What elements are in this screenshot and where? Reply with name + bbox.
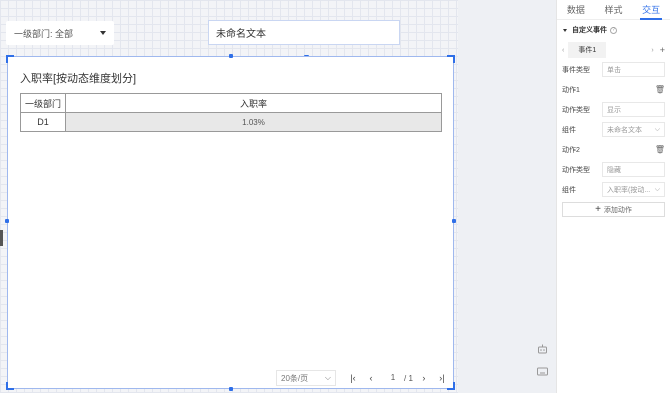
action-type-label: 动作类型 — [562, 166, 590, 174]
custom-event-section[interactable]: 自定义事件 ? — [557, 20, 670, 40]
data-table: 一级部门 入职率 D1 1.03% — [20, 93, 442, 132]
action-type-select[interactable]: 显示 — [602, 102, 665, 117]
next-page-icon[interactable]: › — [417, 371, 431, 385]
text-widget[interactable]: 未命名文本 — [208, 20, 400, 59]
component-select[interactable]: 入职率(按动... ⌵ — [602, 182, 665, 197]
table-widget[interactable]: 入职率[按动态维度划分] 一级部门 入职率 D1 1.03% 20条/页 ⌵ |… — [5, 54, 456, 391]
action-1-type-row: 动作类型 显示 — [557, 100, 670, 119]
action-type-select[interactable]: 隐藏 — [602, 162, 665, 177]
chevron-down-icon: ⌵ — [654, 125, 660, 133]
component-label: 组件 — [562, 186, 576, 194]
resize-corner-top-left[interactable] — [6, 55, 14, 63]
properties-panel: 数据 样式 交互 自定义事件 ? ‹ 事件1 › + 事件类型 单击 动作1 🗑 … — [556, 0, 670, 393]
resize-handle-bottom[interactable] — [229, 387, 233, 391]
action-type-value: 显示 — [607, 106, 621, 114]
action-type-label: 动作类型 — [562, 106, 590, 114]
total-pages: / 1 — [404, 373, 413, 383]
current-page[interactable]: 1 — [384, 371, 402, 385]
tab-data[interactable]: 数据 — [557, 0, 595, 19]
plus-icon: + — [595, 204, 601, 215]
robot-icon[interactable] — [533, 342, 551, 356]
resize-handle-right[interactable] — [452, 219, 456, 223]
event-tabs: ‹ 事件1 › + — [557, 40, 670, 60]
panel-tabs: 数据 样式 交互 — [557, 0, 670, 20]
prev-page-icon[interactable]: ‹ — [364, 371, 378, 385]
action-1-header: 动作1 🗑 — [557, 80, 670, 99]
add-action-button[interactable]: + 添加动作 — [562, 202, 665, 217]
action-title: 动作1 — [562, 86, 580, 94]
event-type-value: 单击 — [607, 66, 621, 74]
table-cell: 1.03% — [65, 112, 442, 132]
caret-down-icon — [100, 31, 106, 35]
action-type-value: 隐藏 — [607, 166, 621, 174]
next-event-icon[interactable]: › — [651, 47, 653, 54]
design-canvas[interactable]: 一级部门: 全部 未命名文本 入职率[按动态维度划分] 一级部门 入职率 D1 — [0, 0, 458, 393]
floating-toolbar — [533, 342, 551, 378]
component-value: 未命名文本 — [607, 126, 642, 134]
page-size-select[interactable]: 20条/页 ⌵ — [276, 370, 336, 386]
chevron-down-icon: ⌵ — [654, 185, 660, 193]
event-type-select[interactable]: 单击 — [602, 62, 665, 77]
event-tab-wrap: ‹ 事件1 — [562, 42, 651, 58]
table-header-row: 一级部门 入职率 — [20, 93, 442, 113]
help-icon[interactable]: ? — [610, 26, 617, 34]
tab-style[interactable]: 样式 — [595, 0, 633, 19]
action-2-component-row: 组件 入职率(按动... ⌵ — [557, 180, 670, 199]
dept-filter-select[interactable]: 一级部门: 全部 — [6, 21, 114, 45]
column-header[interactable]: 入职率 — [65, 93, 442, 113]
component-value: 入职率(按动... — [607, 186, 651, 194]
section-title: 自定义事件 — [572, 27, 607, 34]
event-type-row: 事件类型 单击 — [557, 60, 670, 79]
resize-handle-left[interactable] — [5, 219, 9, 223]
trash-icon[interactable]: 🗑 — [655, 85, 665, 94]
component-label: 组件 — [562, 126, 576, 134]
collapse-icon — [563, 28, 567, 32]
trash-icon[interactable]: 🗑 — [655, 145, 665, 154]
component-select[interactable]: 未命名文本 ⌵ — [602, 122, 665, 137]
keyboard-icon[interactable] — [533, 364, 551, 378]
event-tab[interactable]: 事件1 — [568, 42, 607, 58]
add-action-label: 添加动作 — [603, 206, 632, 214]
table-row: D1 1.03% — [20, 112, 442, 132]
action-spacer — [602, 142, 655, 157]
chevron-down-icon: ⌵ — [324, 373, 331, 382]
table-cell: D1 — [20, 112, 66, 132]
resize-corner-top-right[interactable] — [447, 55, 455, 63]
tab-interaction[interactable]: 交互 — [632, 0, 670, 20]
column-header[interactable]: 一级部门 — [20, 93, 66, 113]
page-size-label: 20条/页 — [281, 373, 309, 383]
resize-handle-top[interactable] — [229, 54, 233, 58]
canvas-edge-handle[interactable] — [0, 230, 3, 246]
resize-corner-bottom-left[interactable] — [6, 382, 14, 390]
event-type-label: 事件类型 — [562, 66, 590, 74]
add-event-icon[interactable]: + — [660, 45, 665, 55]
action-title: 动作2 — [562, 146, 580, 154]
last-page-icon[interactable]: ›| — [435, 371, 449, 385]
pagination: 20条/页 ⌵ |‹ ‹ 1 / 1 › ›| — [276, 370, 449, 386]
text-widget-content: 未命名文本 — [216, 29, 266, 40]
first-page-icon[interactable]: |‹ — [346, 371, 360, 385]
action-2-header: 动作2 🗑 — [557, 140, 670, 159]
table-widget-title: 入职率[按动态维度划分] — [20, 73, 137, 85]
action-1-component-row: 组件 未命名文本 ⌵ — [557, 120, 670, 139]
action-2-type-row: 动作类型 隐藏 — [557, 160, 670, 179]
action-spacer — [602, 82, 655, 97]
dept-filter-label: 一级部门: 全部 — [14, 28, 74, 39]
